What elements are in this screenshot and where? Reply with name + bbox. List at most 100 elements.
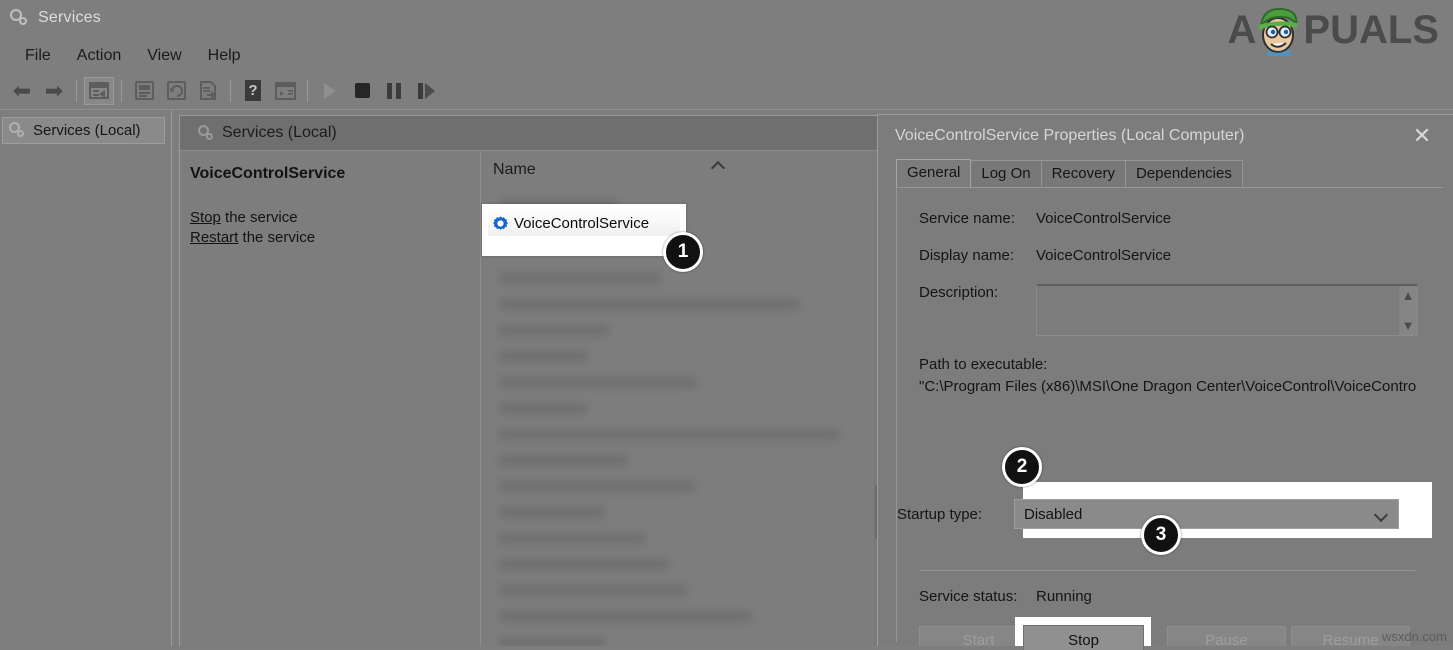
description-scrollbar[interactable]: ▲ ▼ [1399,286,1417,335]
description-textarea[interactable]: ▲ ▼ [1036,284,1418,336]
refresh-icon[interactable] [161,77,191,105]
menu-action[interactable]: Action [64,45,134,67]
menu-bar: File Action View Help [0,40,1453,71]
table-row [499,559,669,570]
service-detail-column: VoiceControlService Stop the service Res… [180,151,480,650]
service-status-label: Service status: [919,588,1036,605]
service-name-row: Service name: VoiceControlService [919,210,1443,227]
list-item-voicecontrolservice[interactable]: VoiceControlService [488,210,680,236]
table-row [499,351,587,362]
general-tab-panel: Service name: VoiceControlService Displa… [896,187,1443,642]
toolbar-separator-3 [230,80,231,102]
callout-badge-1: 1 [663,232,703,272]
stop-button[interactable]: Stop [1023,625,1144,650]
save-icon[interactable] [129,77,159,105]
sort-ascending-icon [713,159,725,171]
properties-icon[interactable] [270,77,300,105]
chevron-up-icon[interactable]: ▲ [1402,289,1415,302]
menu-help[interactable]: Help [195,45,254,67]
callout-badge-3: 3 [1141,515,1181,555]
watermark: wsxdn.com [1382,629,1447,644]
sidebar-item-label: Services (Local) [33,122,141,139]
help-icon[interactable]: ? [238,77,268,105]
tab-dependencies[interactable]: Dependencies [1125,160,1243,187]
table-row [499,325,609,336]
list-column-header[interactable]: Name [481,151,881,195]
services-result-pane: Services (Local) VoiceControlService Sto… [179,115,882,650]
table-row [499,507,605,518]
result-pane-title: Services (Local) [222,124,337,142]
sidebar-item-services-local[interactable]: Services (Local) [2,117,165,144]
table-row [499,455,627,466]
service-name-label: Service name: [919,210,1036,227]
service-properties-dialog: VoiceControlService Properties (Local Co… [877,114,1453,650]
table-row [499,481,695,492]
chevron-down-icon[interactable] [1376,510,1386,520]
callout-badge-2: 2 [1002,447,1042,487]
services-gear-icon [10,8,30,28]
export-list-icon[interactable] [193,77,223,105]
service-gear-icon [492,215,509,232]
stop-service-link-row: Stop the service [190,209,464,226]
table-row [499,585,687,596]
toolbar-separator-4 [307,80,308,102]
table-row [499,377,697,388]
close-icon[interactable]: ✕ [1401,121,1443,151]
dialog-title-bar: VoiceControlService Properties (Local Co… [878,115,1453,157]
show-hide-console-tree-icon[interactable] [84,77,114,105]
display-name-label: Display name: [919,247,1036,264]
restart-service-link-rest: the service [238,229,315,246]
startup-type-value: Disabled [1024,506,1082,523]
back-icon[interactable]: ⬅ [7,77,37,105]
service-status-value: Running [1036,588,1092,605]
table-row [499,273,661,284]
services-gear-icon [9,122,26,139]
table-row [499,403,587,414]
description-row: Description: ▲ ▼ [919,284,1443,336]
start-service-icon[interactable] [315,77,345,105]
menu-view[interactable]: View [134,45,194,67]
tab-recovery[interactable]: Recovery [1041,160,1126,187]
service-list-column: Name [480,151,881,650]
toolbar: ⬅ ➡ ? [0,72,1453,110]
services-window: Services A PUALS File Action View Help [0,0,1453,650]
pause-service-icon[interactable] [379,77,409,105]
table-row [499,429,839,440]
restart-service-link-row: Restart the service [190,229,464,246]
restart-service-icon[interactable] [411,77,441,105]
column-header-name: Name [493,161,536,179]
dialog-title: VoiceControlService Properties (Local Co… [895,127,1244,145]
detail-service-name: VoiceControlService [190,165,464,183]
result-pane-header: Services (Local) [180,116,881,151]
service-name-value: VoiceControlService [1036,210,1171,227]
tab-log-on[interactable]: Log On [970,160,1041,187]
table-row [499,533,645,544]
service-status-row: Service status: Running [919,588,1092,605]
chevron-down-icon[interactable]: ▼ [1402,319,1415,332]
tab-general[interactable]: General [896,159,971,187]
stop-service-link[interactable]: Stop [190,209,221,226]
display-name-value: VoiceControlService [1036,247,1171,264]
result-pane-body: VoiceControlService Stop the service Res… [180,151,881,650]
startup-type-select[interactable]: Disabled [1014,499,1399,529]
toolbar-separator-2 [121,80,122,102]
selected-service-row-callout: VoiceControlService [482,204,686,256]
stop-service-icon[interactable] [347,77,377,105]
path-to-executable-block: Path to executable: "C:\Program Files (x… [919,356,1443,395]
display-name-row: Display name: VoiceControlService [919,247,1443,264]
console-tree-pane: Services (Local) [0,111,172,650]
forward-icon[interactable]: ➡ [39,77,69,105]
menu-file[interactable]: File [12,45,64,67]
startup-type-label: Startup type: [897,506,1014,523]
description-label: Description: [919,284,1036,301]
path-value: "C:\Program Files (x86)\MSI\One Dragon C… [919,378,1429,395]
table-row [499,611,751,622]
restart-service-link[interactable]: Restart [190,229,238,246]
stop-service-link-rest: the service [221,209,298,226]
table-row [499,299,799,310]
toolbar-separator-1 [76,80,77,102]
path-label: Path to executable: [919,356,1443,373]
bottom-strip [0,646,1453,650]
section-divider [919,570,1415,571]
list-item-label: VoiceControlService [514,215,649,232]
